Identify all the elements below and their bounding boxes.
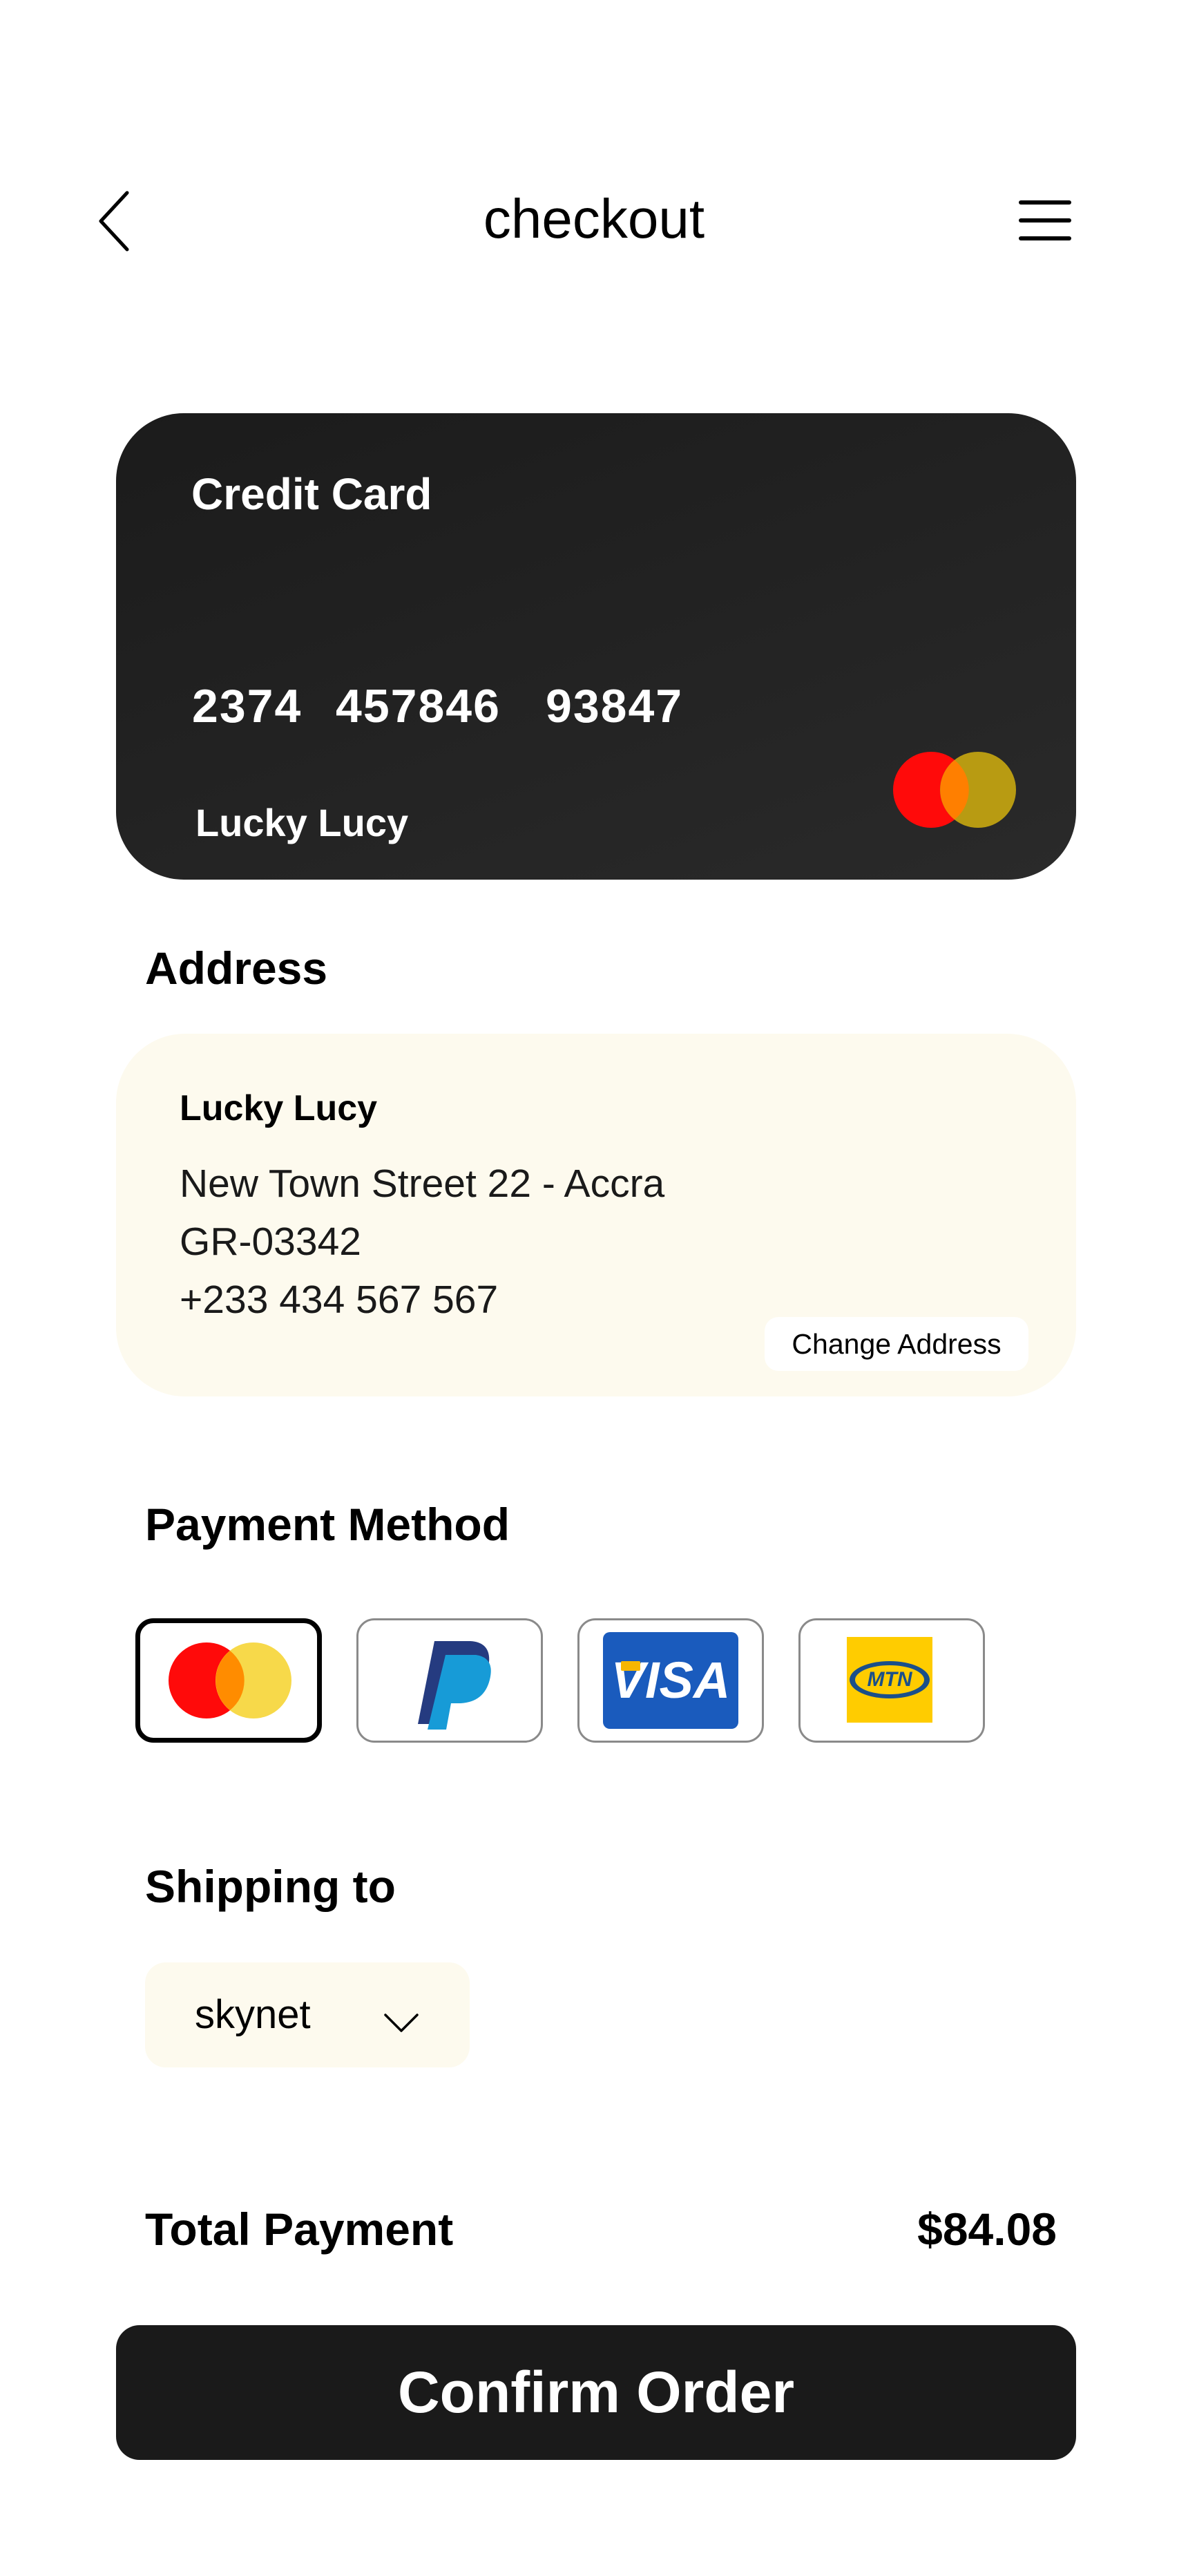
card-number-group-3: 93847 [546,680,684,732]
address-phone: +233 434 567 567 [180,1278,499,1322]
total-payment-label: Total Payment [145,2204,454,2255]
payment-option-mtn[interactable]: MTN [798,1618,985,1743]
card-title: Credit Card [191,469,432,519]
paypal-icon [418,1641,491,1730]
hamburger-menu-icon[interactable] [1019,200,1071,240]
payment-option-visa[interactable]: VISA [577,1618,764,1743]
visa-label: VISA [611,1651,731,1709]
payment-option-paypal[interactable] [356,1618,543,1743]
card-number-group-2: 457846 [336,680,501,732]
credit-card: Credit Card 2374 457846 93847 Lucky Lucy [116,413,1076,880]
mtn-label: MTN [855,1665,924,1694]
payment-method-heading: Payment Method [145,1499,510,1550]
address-name: Lucky Lucy [180,1088,378,1128]
payment-option-mastercard[interactable] [135,1618,322,1743]
address-street: New Town Street 22 - Accra [180,1162,665,1206]
chevron-down-icon [383,2012,419,2033]
shipping-heading: Shipping to [145,1861,396,1912]
visa-accent [621,1661,640,1671]
address-card: Lucky Lucy New Town Street 22 - Accra GR… [116,1034,1076,1396]
mtn-icon: MTN [847,1637,932,1723]
card-holder-name: Lucky Lucy [195,801,409,844]
address-heading: Address [145,943,328,994]
change-address-button[interactable]: Change Address [765,1317,1028,1371]
total-payment-value: $84.08 [917,2204,1057,2255]
card-number-group-1: 2374 [192,680,303,732]
confirm-order-button[interactable]: Confirm Order [116,2325,1076,2460]
page-title: checkout [483,188,705,249]
mastercard-icon [893,750,1016,829]
address-postal: GR-03342 [180,1220,361,1264]
shipping-select[interactable]: skynet [145,1962,470,2067]
shipping-selected-value: skynet [195,1992,311,2037]
visa-icon: VISA [603,1632,738,1729]
mastercard-icon [169,1642,291,1718]
